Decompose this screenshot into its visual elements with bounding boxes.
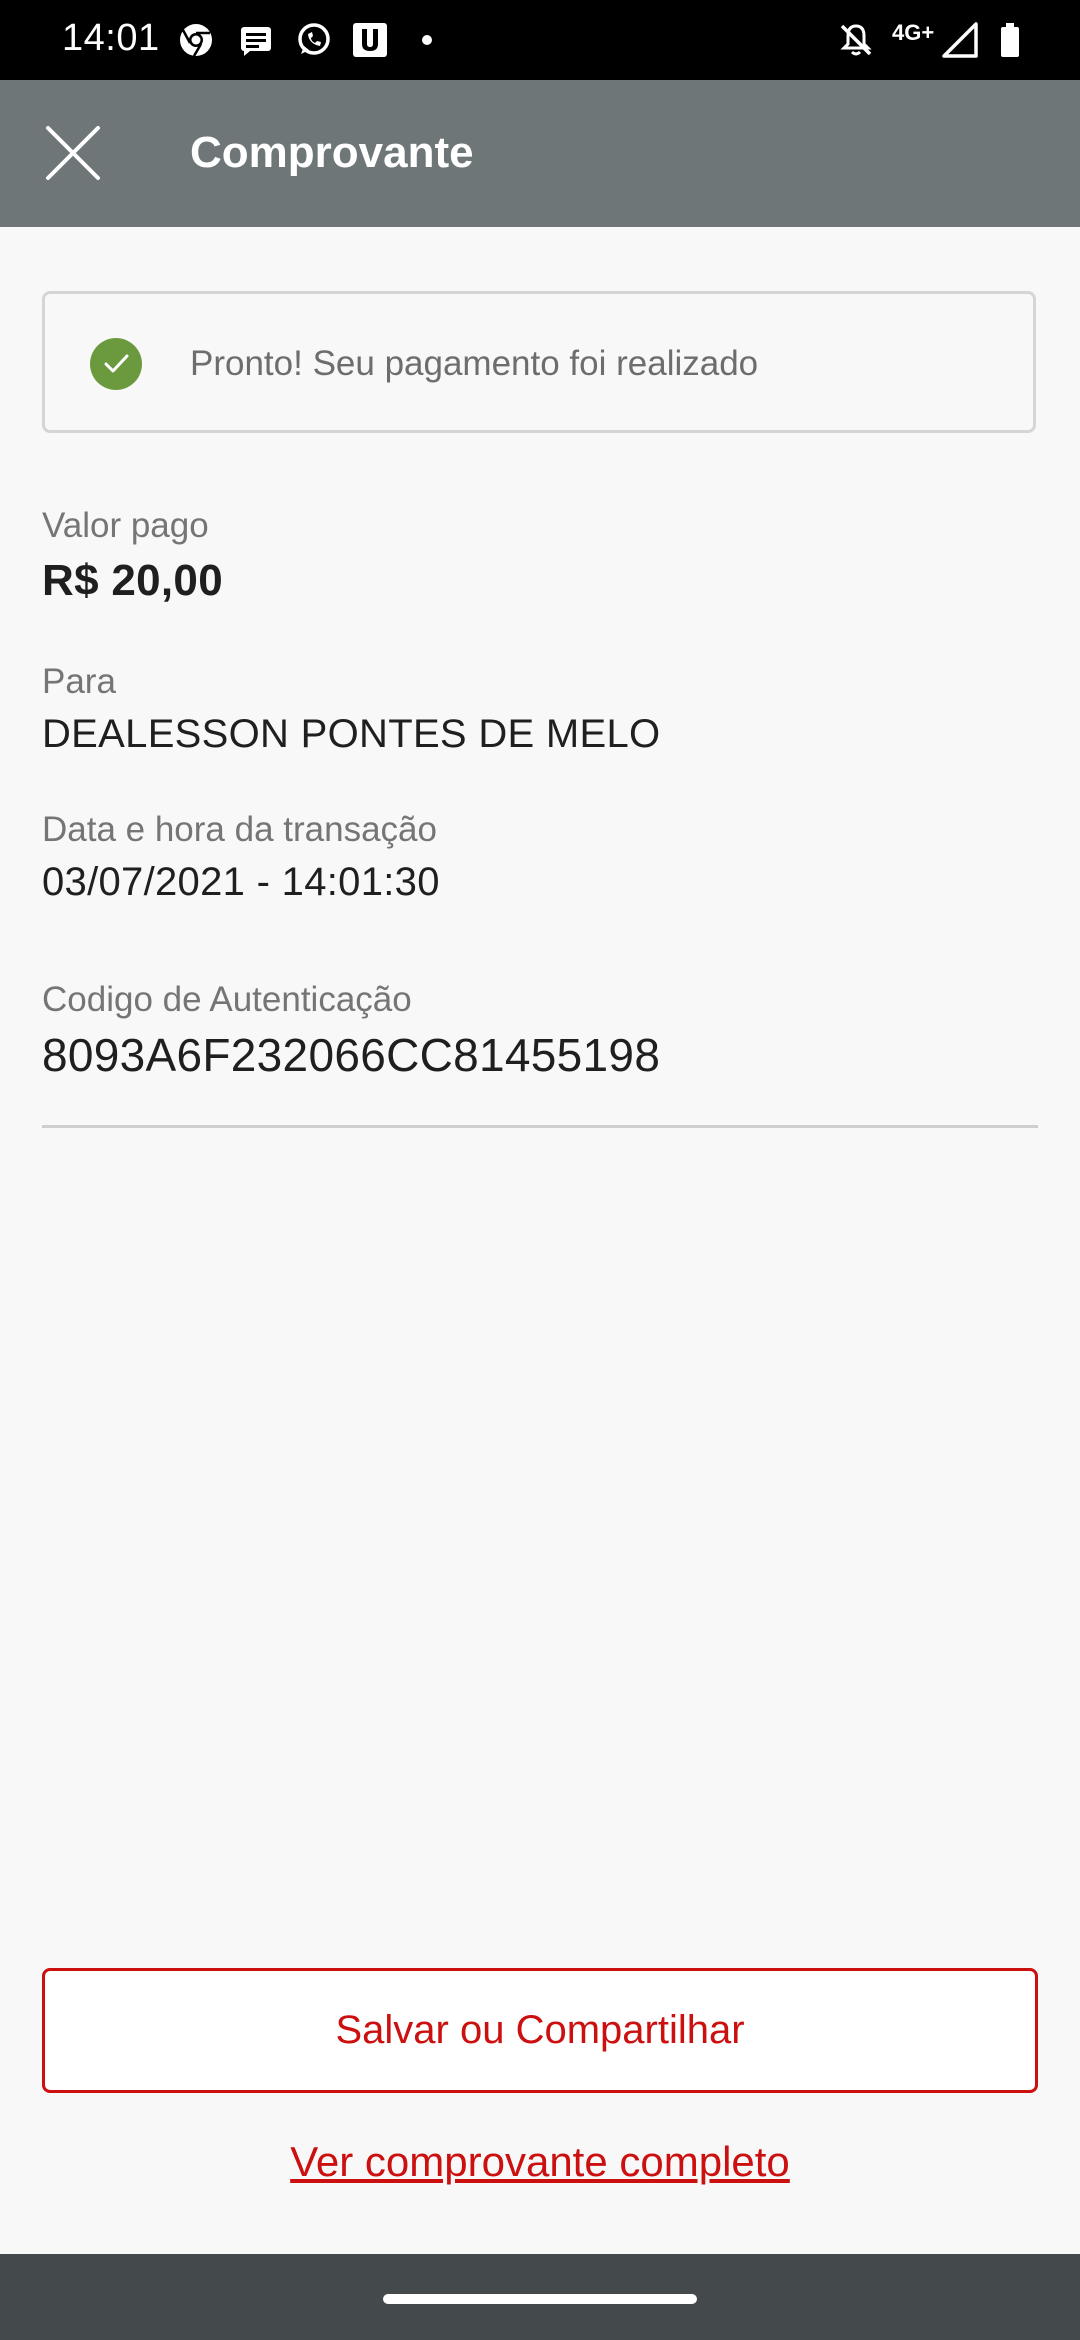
- notification-dot: [422, 35, 432, 45]
- save-share-button[interactable]: Salvar ou Compartilhar: [42, 1968, 1038, 2093]
- datetime-label: Data e hora da transação: [42, 810, 437, 849]
- amount-value: R$ 20,00: [42, 556, 223, 605]
- close-icon[interactable]: [40, 120, 106, 186]
- amount-label: Valor pago: [42, 506, 209, 545]
- u-app-icon: [353, 23, 387, 57]
- chrome-icon: [180, 24, 212, 57]
- success-message: Pronto! Seu pagamento foi realizado: [190, 344, 759, 383]
- view-full-receipt-link[interactable]: Ver comprovante completo: [0, 2138, 1080, 2186]
- auth-code-label: Codigo de Autenticação: [42, 980, 412, 1019]
- recipient-label: Para: [42, 662, 116, 701]
- mute-icon: [840, 24, 872, 56]
- app-bar: Comprovante: [0, 80, 1080, 227]
- datetime-value: 03/07/2021 - 14:01:30: [42, 860, 440, 904]
- message-icon: [241, 27, 271, 56]
- status-bar: 14:01 4G+: [0, 0, 1080, 80]
- status-time: 14:01: [62, 17, 160, 59]
- network-label: 4G+: [892, 20, 935, 45]
- home-indicator[interactable]: [383, 2294, 697, 2304]
- auth-code-value: 8093A6F232066CC81455198: [42, 1029, 661, 1081]
- check-icon: [90, 338, 142, 390]
- divider: [42, 1125, 1038, 1128]
- navigation-bar: [0, 2254, 1080, 2340]
- page-title: Comprovante: [190, 128, 474, 177]
- success-banner: Pronto! Seu pagamento foi realizado: [42, 291, 1036, 433]
- signal-icon: [942, 22, 978, 58]
- battery-icon: [1001, 23, 1019, 57]
- recipient-value: DEALESSON PONTES DE MELO: [42, 712, 661, 756]
- whatsapp-icon: [298, 23, 330, 55]
